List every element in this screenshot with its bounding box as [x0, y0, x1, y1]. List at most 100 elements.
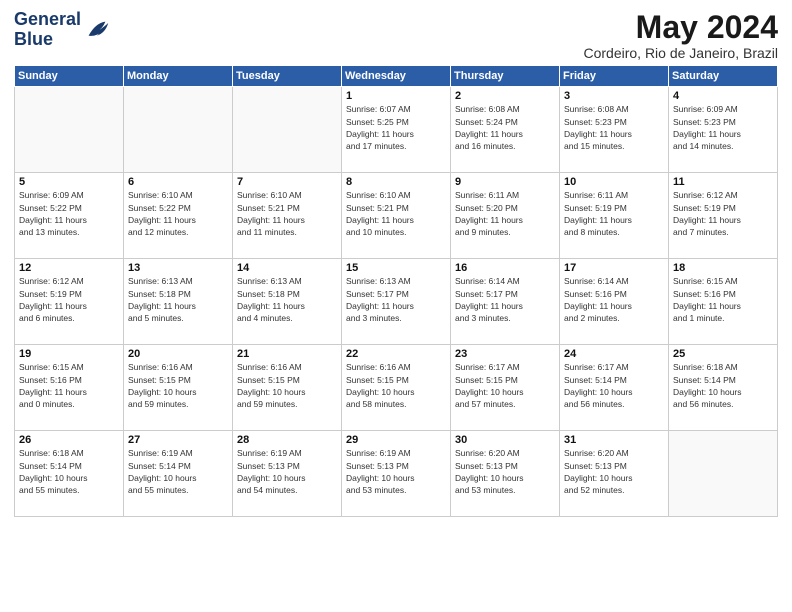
calendar-cell: 25Sunrise: 6:18 AM Sunset: 5:14 PM Dayli…: [669, 345, 778, 431]
calendar-cell: [15, 87, 124, 173]
day-info: Sunrise: 6:20 AM Sunset: 5:13 PM Dayligh…: [455, 447, 555, 496]
day-number: 20: [128, 348, 228, 360]
page-container: General Blue May 2024 Cordeiro, Rio de J…: [0, 0, 792, 523]
calendar-cell: 22Sunrise: 6:16 AM Sunset: 5:15 PM Dayli…: [342, 345, 451, 431]
day-info: Sunrise: 6:10 AM Sunset: 5:21 PM Dayligh…: [346, 189, 446, 238]
day-number: 1: [346, 90, 446, 102]
day-info: Sunrise: 6:13 AM Sunset: 5:17 PM Dayligh…: [346, 275, 446, 324]
day-number: 9: [455, 176, 555, 188]
calendar-cell: [233, 87, 342, 173]
day-info: Sunrise: 6:15 AM Sunset: 5:16 PM Dayligh…: [673, 275, 773, 324]
calendar-cell: 26Sunrise: 6:18 AM Sunset: 5:14 PM Dayli…: [15, 431, 124, 517]
day-number: 31: [564, 434, 664, 446]
day-number: 16: [455, 262, 555, 274]
day-number: 28: [237, 434, 337, 446]
day-info: Sunrise: 6:14 AM Sunset: 5:17 PM Dayligh…: [455, 275, 555, 324]
day-number: 5: [19, 176, 119, 188]
day-number: 8: [346, 176, 446, 188]
col-saturday: Saturday: [669, 66, 778, 87]
calendar-cell: 7Sunrise: 6:10 AM Sunset: 5:21 PM Daylig…: [233, 173, 342, 259]
calendar-cell: 24Sunrise: 6:17 AM Sunset: 5:14 PM Dayli…: [560, 345, 669, 431]
day-number: 11: [673, 176, 773, 188]
calendar-cell: 6Sunrise: 6:10 AM Sunset: 5:22 PM Daylig…: [124, 173, 233, 259]
location: Cordeiro, Rio de Janeiro, Brazil: [583, 45, 778, 61]
day-info: Sunrise: 6:19 AM Sunset: 5:14 PM Dayligh…: [128, 447, 228, 496]
day-info: Sunrise: 6:14 AM Sunset: 5:16 PM Dayligh…: [564, 275, 664, 324]
col-sunday: Sunday: [15, 66, 124, 87]
day-info: Sunrise: 6:15 AM Sunset: 5:16 PM Dayligh…: [19, 361, 119, 410]
day-number: 6: [128, 176, 228, 188]
day-number: 21: [237, 348, 337, 360]
day-info: Sunrise: 6:08 AM Sunset: 5:24 PM Dayligh…: [455, 103, 555, 152]
day-info: Sunrise: 6:20 AM Sunset: 5:13 PM Dayligh…: [564, 447, 664, 496]
calendar-cell: 13Sunrise: 6:13 AM Sunset: 5:18 PM Dayli…: [124, 259, 233, 345]
day-number: 30: [455, 434, 555, 446]
logo-line1: General: [14, 9, 81, 29]
calendar-cell: 16Sunrise: 6:14 AM Sunset: 5:17 PM Dayli…: [451, 259, 560, 345]
title-block: May 2024 Cordeiro, Rio de Janeiro, Brazi…: [583, 10, 778, 61]
day-info: Sunrise: 6:09 AM Sunset: 5:22 PM Dayligh…: [19, 189, 119, 238]
calendar-cell: 12Sunrise: 6:12 AM Sunset: 5:19 PM Dayli…: [15, 259, 124, 345]
day-info: Sunrise: 6:16 AM Sunset: 5:15 PM Dayligh…: [237, 361, 337, 410]
day-number: 27: [128, 434, 228, 446]
day-info: Sunrise: 6:10 AM Sunset: 5:22 PM Dayligh…: [128, 189, 228, 238]
day-info: Sunrise: 6:10 AM Sunset: 5:21 PM Dayligh…: [237, 189, 337, 238]
calendar-cell: 3Sunrise: 6:08 AM Sunset: 5:23 PM Daylig…: [560, 87, 669, 173]
day-info: Sunrise: 6:18 AM Sunset: 5:14 PM Dayligh…: [19, 447, 119, 496]
calendar-header-row: Sunday Monday Tuesday Wednesday Thursday…: [15, 66, 778, 87]
day-info: Sunrise: 6:09 AM Sunset: 5:23 PM Dayligh…: [673, 103, 773, 152]
day-number: 7: [237, 176, 337, 188]
logo: General Blue: [14, 10, 111, 50]
col-tuesday: Tuesday: [233, 66, 342, 87]
calendar-cell: 9Sunrise: 6:11 AM Sunset: 5:20 PM Daylig…: [451, 173, 560, 259]
calendar-cell: 21Sunrise: 6:16 AM Sunset: 5:15 PM Dayli…: [233, 345, 342, 431]
day-number: 25: [673, 348, 773, 360]
day-info: Sunrise: 6:12 AM Sunset: 5:19 PM Dayligh…: [673, 189, 773, 238]
day-info: Sunrise: 6:19 AM Sunset: 5:13 PM Dayligh…: [346, 447, 446, 496]
calendar-cell: 19Sunrise: 6:15 AM Sunset: 5:16 PM Dayli…: [15, 345, 124, 431]
day-info: Sunrise: 6:18 AM Sunset: 5:14 PM Dayligh…: [673, 361, 773, 410]
day-info: Sunrise: 6:13 AM Sunset: 5:18 PM Dayligh…: [237, 275, 337, 324]
calendar-week-1: 1Sunrise: 6:07 AM Sunset: 5:25 PM Daylig…: [15, 87, 778, 173]
month-title: May 2024: [583, 10, 778, 45]
calendar-cell: 23Sunrise: 6:17 AM Sunset: 5:15 PM Dayli…: [451, 345, 560, 431]
day-info: Sunrise: 6:12 AM Sunset: 5:19 PM Dayligh…: [19, 275, 119, 324]
calendar-cell: [669, 431, 778, 517]
calendar-week-5: 26Sunrise: 6:18 AM Sunset: 5:14 PM Dayli…: [15, 431, 778, 517]
day-info: Sunrise: 6:11 AM Sunset: 5:19 PM Dayligh…: [564, 189, 664, 238]
calendar-cell: 11Sunrise: 6:12 AM Sunset: 5:19 PM Dayli…: [669, 173, 778, 259]
day-info: Sunrise: 6:11 AM Sunset: 5:20 PM Dayligh…: [455, 189, 555, 238]
calendar-cell: 20Sunrise: 6:16 AM Sunset: 5:15 PM Dayli…: [124, 345, 233, 431]
day-number: 18: [673, 262, 773, 274]
day-info: Sunrise: 6:19 AM Sunset: 5:13 PM Dayligh…: [237, 447, 337, 496]
day-number: 10: [564, 176, 664, 188]
day-number: 3: [564, 90, 664, 102]
calendar-cell: [124, 87, 233, 173]
day-number: 24: [564, 348, 664, 360]
day-info: Sunrise: 6:17 AM Sunset: 5:15 PM Dayligh…: [455, 361, 555, 410]
calendar-cell: 4Sunrise: 6:09 AM Sunset: 5:23 PM Daylig…: [669, 87, 778, 173]
calendar-cell: 31Sunrise: 6:20 AM Sunset: 5:13 PM Dayli…: [560, 431, 669, 517]
calendar-cell: 18Sunrise: 6:15 AM Sunset: 5:16 PM Dayli…: [669, 259, 778, 345]
logo-line2: Blue: [14, 29, 53, 49]
day-info: Sunrise: 6:16 AM Sunset: 5:15 PM Dayligh…: [128, 361, 228, 410]
col-friday: Friday: [560, 66, 669, 87]
day-info: Sunrise: 6:08 AM Sunset: 5:23 PM Dayligh…: [564, 103, 664, 152]
calendar-cell: 27Sunrise: 6:19 AM Sunset: 5:14 PM Dayli…: [124, 431, 233, 517]
calendar-cell: 2Sunrise: 6:08 AM Sunset: 5:24 PM Daylig…: [451, 87, 560, 173]
day-number: 12: [19, 262, 119, 274]
day-info: Sunrise: 6:13 AM Sunset: 5:18 PM Dayligh…: [128, 275, 228, 324]
col-thursday: Thursday: [451, 66, 560, 87]
calendar-week-3: 12Sunrise: 6:12 AM Sunset: 5:19 PM Dayli…: [15, 259, 778, 345]
calendar-table: Sunday Monday Tuesday Wednesday Thursday…: [14, 65, 778, 517]
calendar-cell: 1Sunrise: 6:07 AM Sunset: 5:25 PM Daylig…: [342, 87, 451, 173]
calendar-cell: 15Sunrise: 6:13 AM Sunset: 5:17 PM Dayli…: [342, 259, 451, 345]
day-number: 14: [237, 262, 337, 274]
calendar-cell: 5Sunrise: 6:09 AM Sunset: 5:22 PM Daylig…: [15, 173, 124, 259]
day-number: 22: [346, 348, 446, 360]
day-number: 4: [673, 90, 773, 102]
day-number: 19: [19, 348, 119, 360]
calendar-cell: 8Sunrise: 6:10 AM Sunset: 5:21 PM Daylig…: [342, 173, 451, 259]
logo-text: General Blue: [14, 10, 81, 50]
calendar-cell: 29Sunrise: 6:19 AM Sunset: 5:13 PM Dayli…: [342, 431, 451, 517]
